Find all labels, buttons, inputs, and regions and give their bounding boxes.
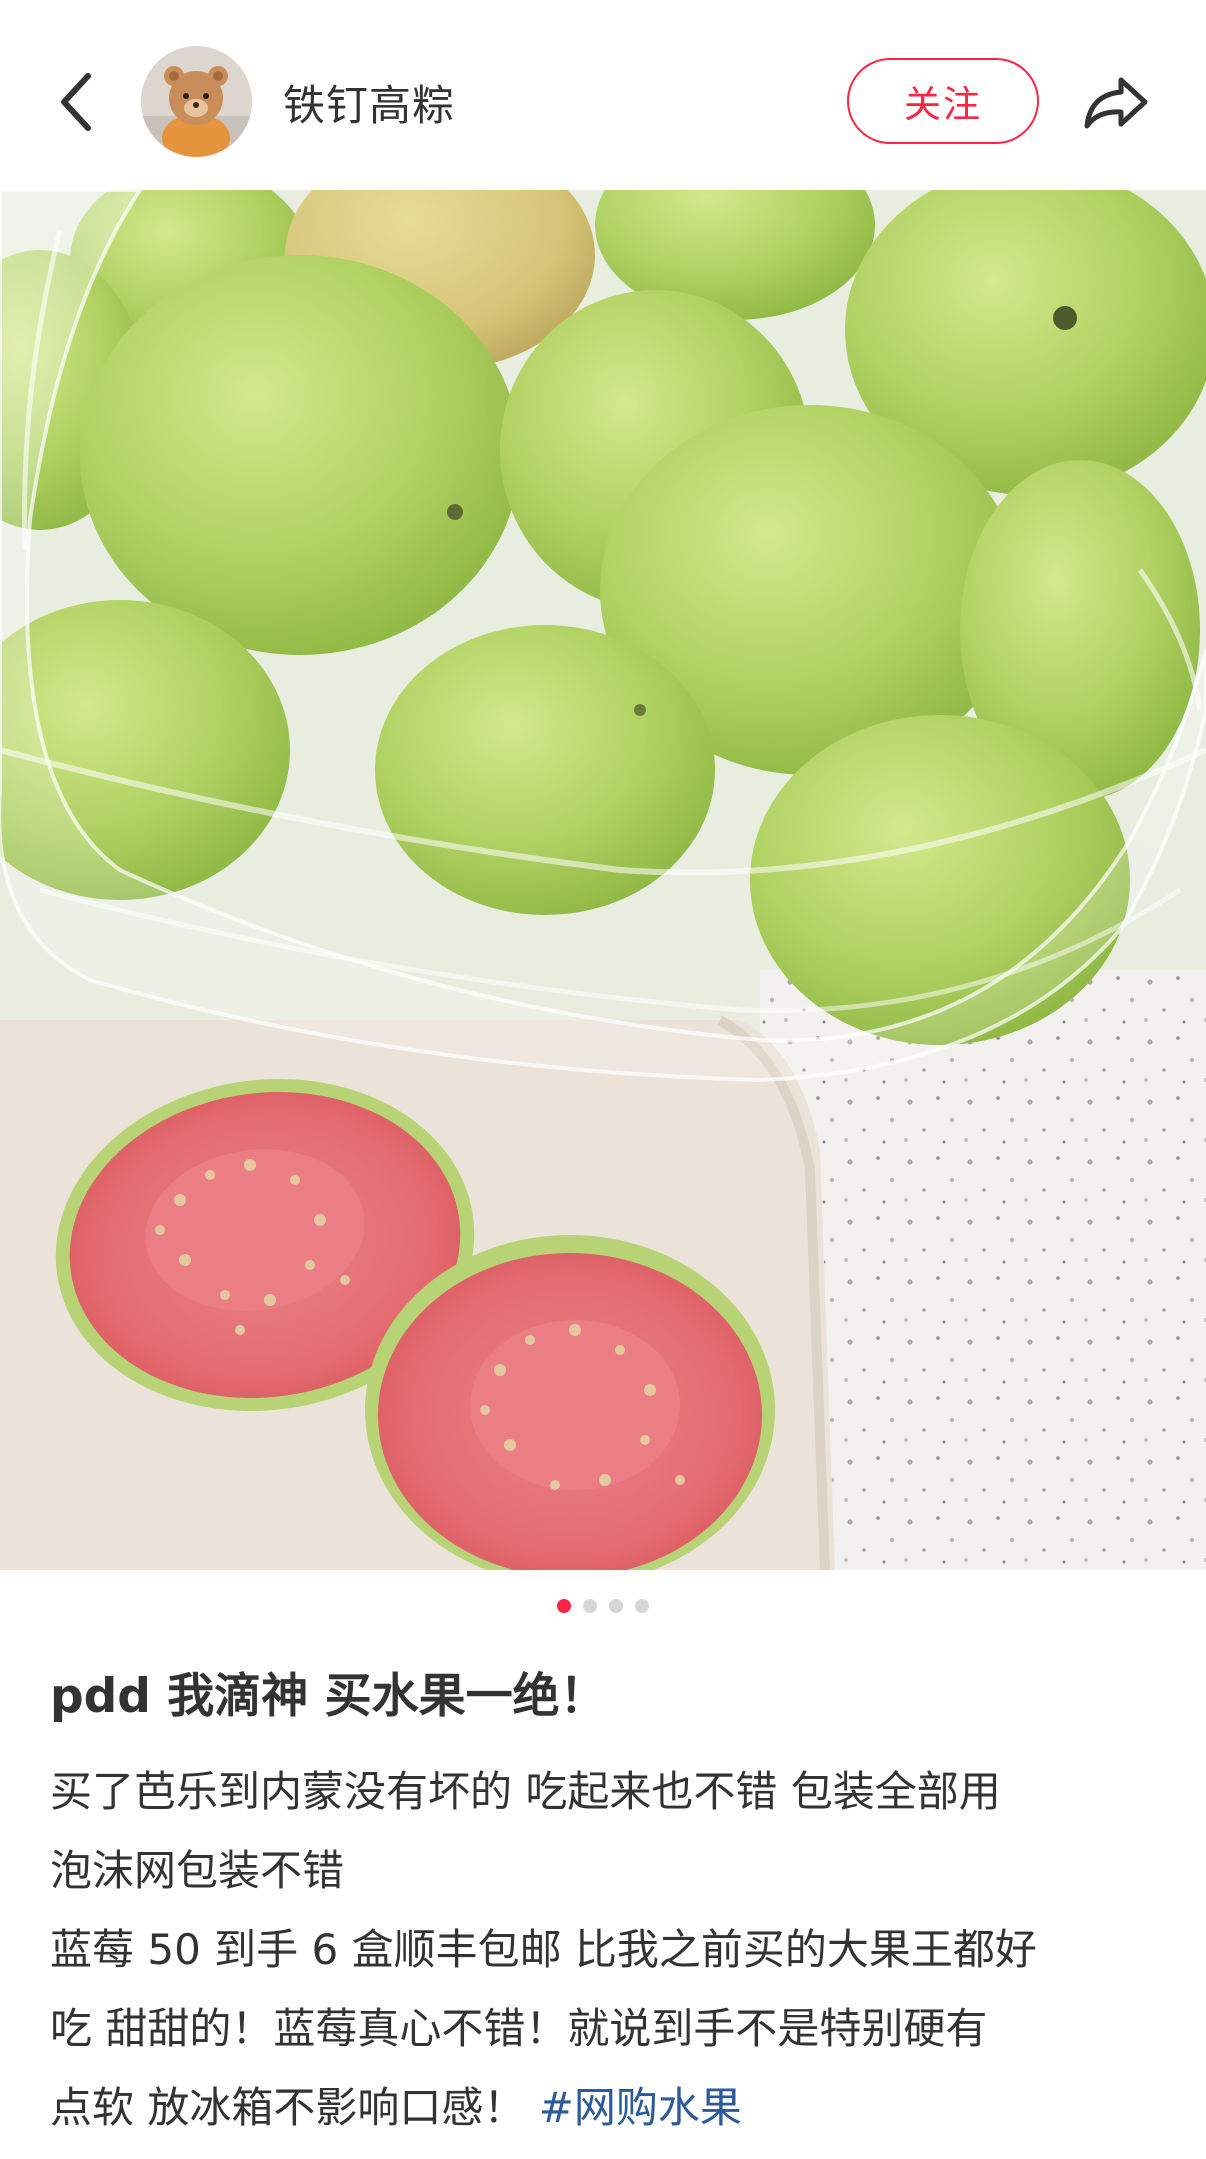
top-bar: 铁钉高粽 关注 <box>0 0 1206 190</box>
post-title: pdd 我滴神 买水果一绝！ <box>50 1669 607 1724</box>
author-avatar[interactable] <box>141 46 252 157</box>
carousel-dot[interactable] <box>583 1599 597 1613</box>
guava-photo <box>0 190 1206 1570</box>
post-content-line-last: 点软 放冰箱不影响口感！ #网购水果 <box>50 2068 1170 2147</box>
post-content-line: 吃 甜甜的！蓝莓真心不错！就说到手不是特别硬有 <box>50 2004 988 2053</box>
carousel-indicator <box>0 1599 1206 1619</box>
post-content-text: 点软 放冰箱不影响口感！ <box>50 2083 539 2132</box>
post-content: 买了芭乐到内蒙没有坏的 吃起来也不错 包装全部用 泡沫网包装不错 蓝莓 50 到… <box>50 1752 1170 2147</box>
post-content-line: 泡沫网包装不错 <box>50 1846 345 1895</box>
post-image[interactable] <box>0 190 1206 1570</box>
chevron-left-icon <box>61 73 91 131</box>
hashtag-link[interactable]: #网购水果 <box>539 2083 742 2132</box>
author-name[interactable]: 铁钉高粽 <box>283 72 455 133</box>
follow-button[interactable]: 关注 <box>847 58 1039 144</box>
carousel-dot[interactable] <box>609 1599 623 1613</box>
carousel-dot[interactable] <box>557 1599 571 1613</box>
post-content-line: 买了芭乐到内蒙没有坏的 吃起来也不错 包装全部用 <box>50 1767 1001 1816</box>
share-icon <box>1084 77 1148 129</box>
share-button[interactable] <box>1078 64 1154 140</box>
back-button[interactable] <box>48 62 104 142</box>
teddy-bear-avatar-image <box>141 46 252 157</box>
carousel-dot[interactable] <box>635 1599 649 1613</box>
post-content-line: 蓝莓 50 到手 6 盒顺丰包邮 比我之前买的大果王都好 <box>50 1925 1037 1974</box>
